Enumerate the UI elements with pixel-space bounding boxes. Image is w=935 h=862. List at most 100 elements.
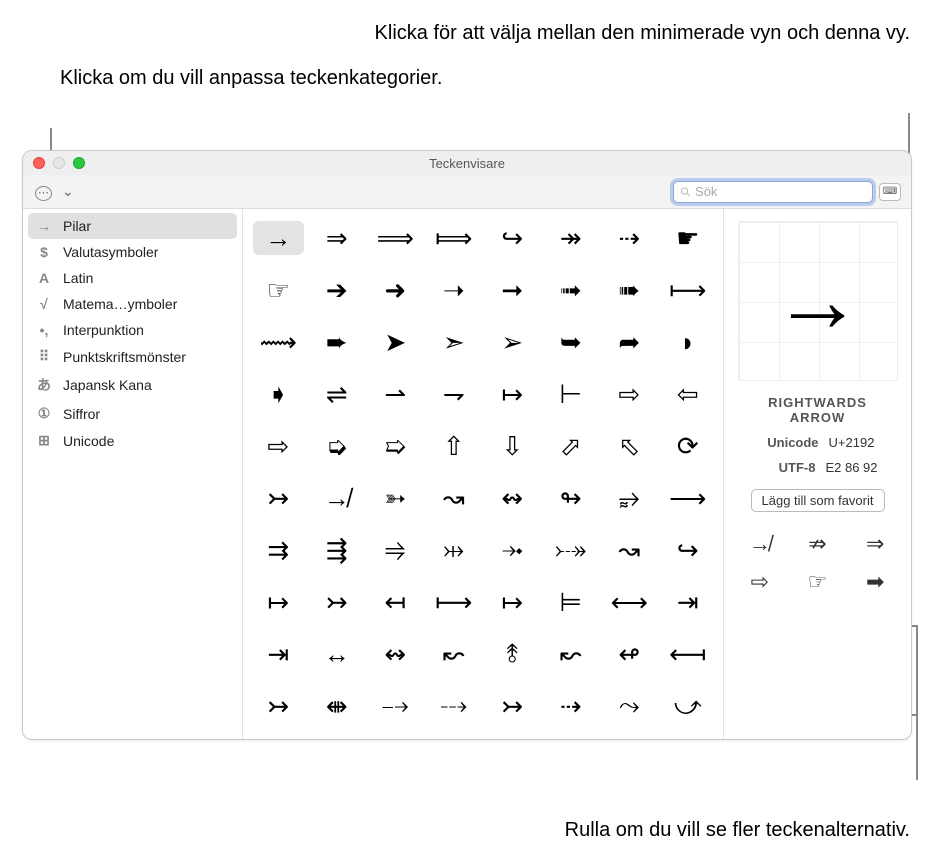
- glyph-cell[interactable]: ⤍: [370, 689, 421, 723]
- search-input[interactable]: [695, 184, 866, 199]
- glyph-cell[interactable]: ↭: [370, 637, 421, 671]
- glyph-cell[interactable]: ↫: [604, 637, 655, 671]
- glyph-cell[interactable]: ⇥: [253, 637, 304, 671]
- sidebar-item-8[interactable]: ⊞Unicode: [23, 427, 242, 454]
- sidebar-item-5[interactable]: ⠿Punktskriftsmönster: [23, 343, 242, 370]
- glyph-cell[interactable]: ↜: [546, 637, 597, 671]
- glyph-cell[interactable]: ⟼: [663, 273, 714, 307]
- sidebar-item-1[interactable]: $Valutasymboler: [23, 239, 242, 265]
- glyph-cell[interactable]: ⇦: [663, 377, 714, 411]
- glyph-cell[interactable]: →: [253, 221, 304, 255]
- glyph-cell[interactable]: ↤: [370, 585, 421, 619]
- glyph-cell[interactable]: ☞: [253, 273, 304, 307]
- glyph-cell[interactable]: ⇩: [487, 429, 538, 463]
- glyph-cell[interactable]: ↬: [546, 481, 597, 515]
- glyph-cell[interactable]: ⟶: [663, 481, 714, 515]
- search-field[interactable]: [673, 181, 873, 203]
- glyph-cell[interactable]: ☛: [663, 221, 714, 255]
- variant-glyph[interactable]: ⇏: [792, 530, 844, 558]
- glyph-cell[interactable]: ⟾: [429, 221, 480, 255]
- glyph-cell[interactable]: ⤞: [487, 533, 538, 567]
- glyph-cell[interactable]: ➝: [429, 273, 480, 307]
- glyph-cell[interactable]: ⇌: [312, 377, 363, 411]
- glyph-cell[interactable]: ➠: [604, 273, 655, 307]
- close-button[interactable]: [33, 157, 45, 169]
- glyph-cell[interactable]: ➞: [487, 273, 538, 307]
- glyph-cell[interactable]: ◗: [663, 325, 714, 359]
- glyph-cell[interactable]: ↣: [312, 585, 363, 619]
- glyph-cell[interactable]: ⟷: [604, 585, 655, 619]
- glyph-cell[interactable]: ⬁: [604, 429, 655, 463]
- glyph-cell[interactable]: ↭: [487, 481, 538, 515]
- glyph-cell[interactable]: ↝: [604, 533, 655, 567]
- sidebar-item-7[interactable]: ①Siffror: [23, 400, 242, 427]
- glyph-cell[interactable]: ↔: [312, 637, 363, 671]
- glyph-cell[interactable]: ⇧: [429, 429, 480, 463]
- glyph-cell[interactable]: ⤳: [604, 689, 655, 723]
- sidebar-item-3[interactable]: √Matema…ymboler: [23, 291, 242, 317]
- glyph-cell[interactable]: ↪: [487, 221, 538, 255]
- toggle-view-button[interactable]: ⌨: [879, 183, 901, 201]
- glyph-cell[interactable]: ↣: [487, 689, 538, 723]
- glyph-cell[interactable]: ➣: [429, 325, 480, 359]
- sidebar-item-6[interactable]: あJapansk Kana: [23, 370, 242, 400]
- variant-glyph[interactable]: ⇨: [734, 568, 786, 596]
- glyph-cell[interactable]: ⇀: [370, 377, 421, 411]
- glyph-cell[interactable]: ➦: [604, 325, 655, 359]
- variant-glyph[interactable]: ➡: [849, 568, 901, 596]
- variant-glyph[interactable]: ⇒: [849, 530, 901, 558]
- add-favorite-button[interactable]: Lägg till som favorit: [751, 489, 885, 512]
- glyph-cell[interactable]: ⇼: [312, 689, 363, 723]
- glyph-cell[interactable]: ⤻: [663, 689, 714, 723]
- glyph-cell[interactable]: ⇒: [312, 221, 363, 255]
- sidebar-item-0[interactable]: →Pilar: [28, 213, 237, 239]
- glyph-cell[interactable]: ⇢: [546, 689, 597, 723]
- character-grid[interactable]: →⇒⟹⟾↪↠⇢☛☞➔➜➝➞➟➠⟼⟿➨➤➣➢➥➦◗➧⇌⇀⇁↦⊢⇨⇦⇨➭➯⇧⇩⬀⬁⟳…: [243, 209, 723, 739]
- glyph-cell[interactable]: ➭: [312, 429, 363, 463]
- glyph-cell[interactable]: ⇥: [663, 585, 714, 619]
- glyph-cell[interactable]: ↣: [253, 481, 304, 515]
- variant-glyph[interactable]: ↛: [734, 530, 786, 558]
- glyph-cell[interactable]: ➤: [370, 325, 421, 359]
- glyph-cell[interactable]: ⟼: [429, 585, 480, 619]
- glyph-cell[interactable]: ➯: [370, 429, 421, 463]
- sidebar-item-2[interactable]: ALatin: [23, 265, 242, 291]
- glyph-cell[interactable]: ⤏: [429, 689, 480, 723]
- glyph-cell[interactable]: ⇨: [253, 429, 304, 463]
- minimize-button[interactable]: [53, 157, 65, 169]
- glyph-cell[interactable]: ⟳: [663, 429, 714, 463]
- glyph-cell[interactable]: ↦: [253, 585, 304, 619]
- glyph-cell[interactable]: ↝: [429, 481, 480, 515]
- glyph-cell[interactable]: ➧: [253, 377, 304, 411]
- glyph-cell[interactable]: ⬀: [546, 429, 597, 463]
- glyph-cell[interactable]: ⟿: [253, 325, 304, 359]
- glyph-cell[interactable]: ⇨: [604, 377, 655, 411]
- glyph-cell[interactable]: ↛: [312, 481, 363, 515]
- glyph-cell[interactable]: ⇁: [429, 377, 480, 411]
- glyph-cell[interactable]: ⥤: [370, 533, 421, 567]
- glyph-cell[interactable]: ⟻: [663, 637, 714, 671]
- glyph-cell[interactable]: ⊢: [546, 377, 597, 411]
- glyph-cell[interactable]: ↦: [487, 585, 538, 619]
- zoom-button[interactable]: [73, 157, 85, 169]
- glyph-cell[interactable]: ➳: [370, 481, 421, 515]
- glyph-cell[interactable]: ↦: [487, 377, 538, 411]
- glyph-cell[interactable]: ⟹: [370, 221, 421, 255]
- glyph-cell[interactable]: ➟: [546, 273, 597, 307]
- glyph-cell[interactable]: ↜: [429, 637, 480, 671]
- dropdown-button[interactable]: ⌄: [60, 181, 76, 202]
- glyph-cell[interactable]: ↣: [253, 689, 304, 723]
- glyph-cell[interactable]: ⊨: [546, 585, 597, 619]
- glyph-cell[interactable]: ⤔: [429, 533, 480, 567]
- glyph-cell[interactable]: ⥵: [604, 481, 655, 515]
- sidebar-item-4[interactable]: •,Interpunktion: [23, 317, 242, 343]
- glyph-cell[interactable]: ➥: [546, 325, 597, 359]
- glyph-cell[interactable]: ➔: [312, 273, 363, 307]
- glyph-cell[interactable]: ↠: [546, 221, 597, 255]
- settings-button[interactable]: ⋯: [33, 181, 54, 203]
- glyph-cell[interactable]: ⇶: [312, 533, 363, 567]
- glyph-cell[interactable]: ↪: [663, 533, 714, 567]
- variant-glyph[interactable]: ☞: [792, 568, 844, 596]
- glyph-cell[interactable]: ➢: [487, 325, 538, 359]
- glyph-cell[interactable]: ⥉: [487, 637, 538, 671]
